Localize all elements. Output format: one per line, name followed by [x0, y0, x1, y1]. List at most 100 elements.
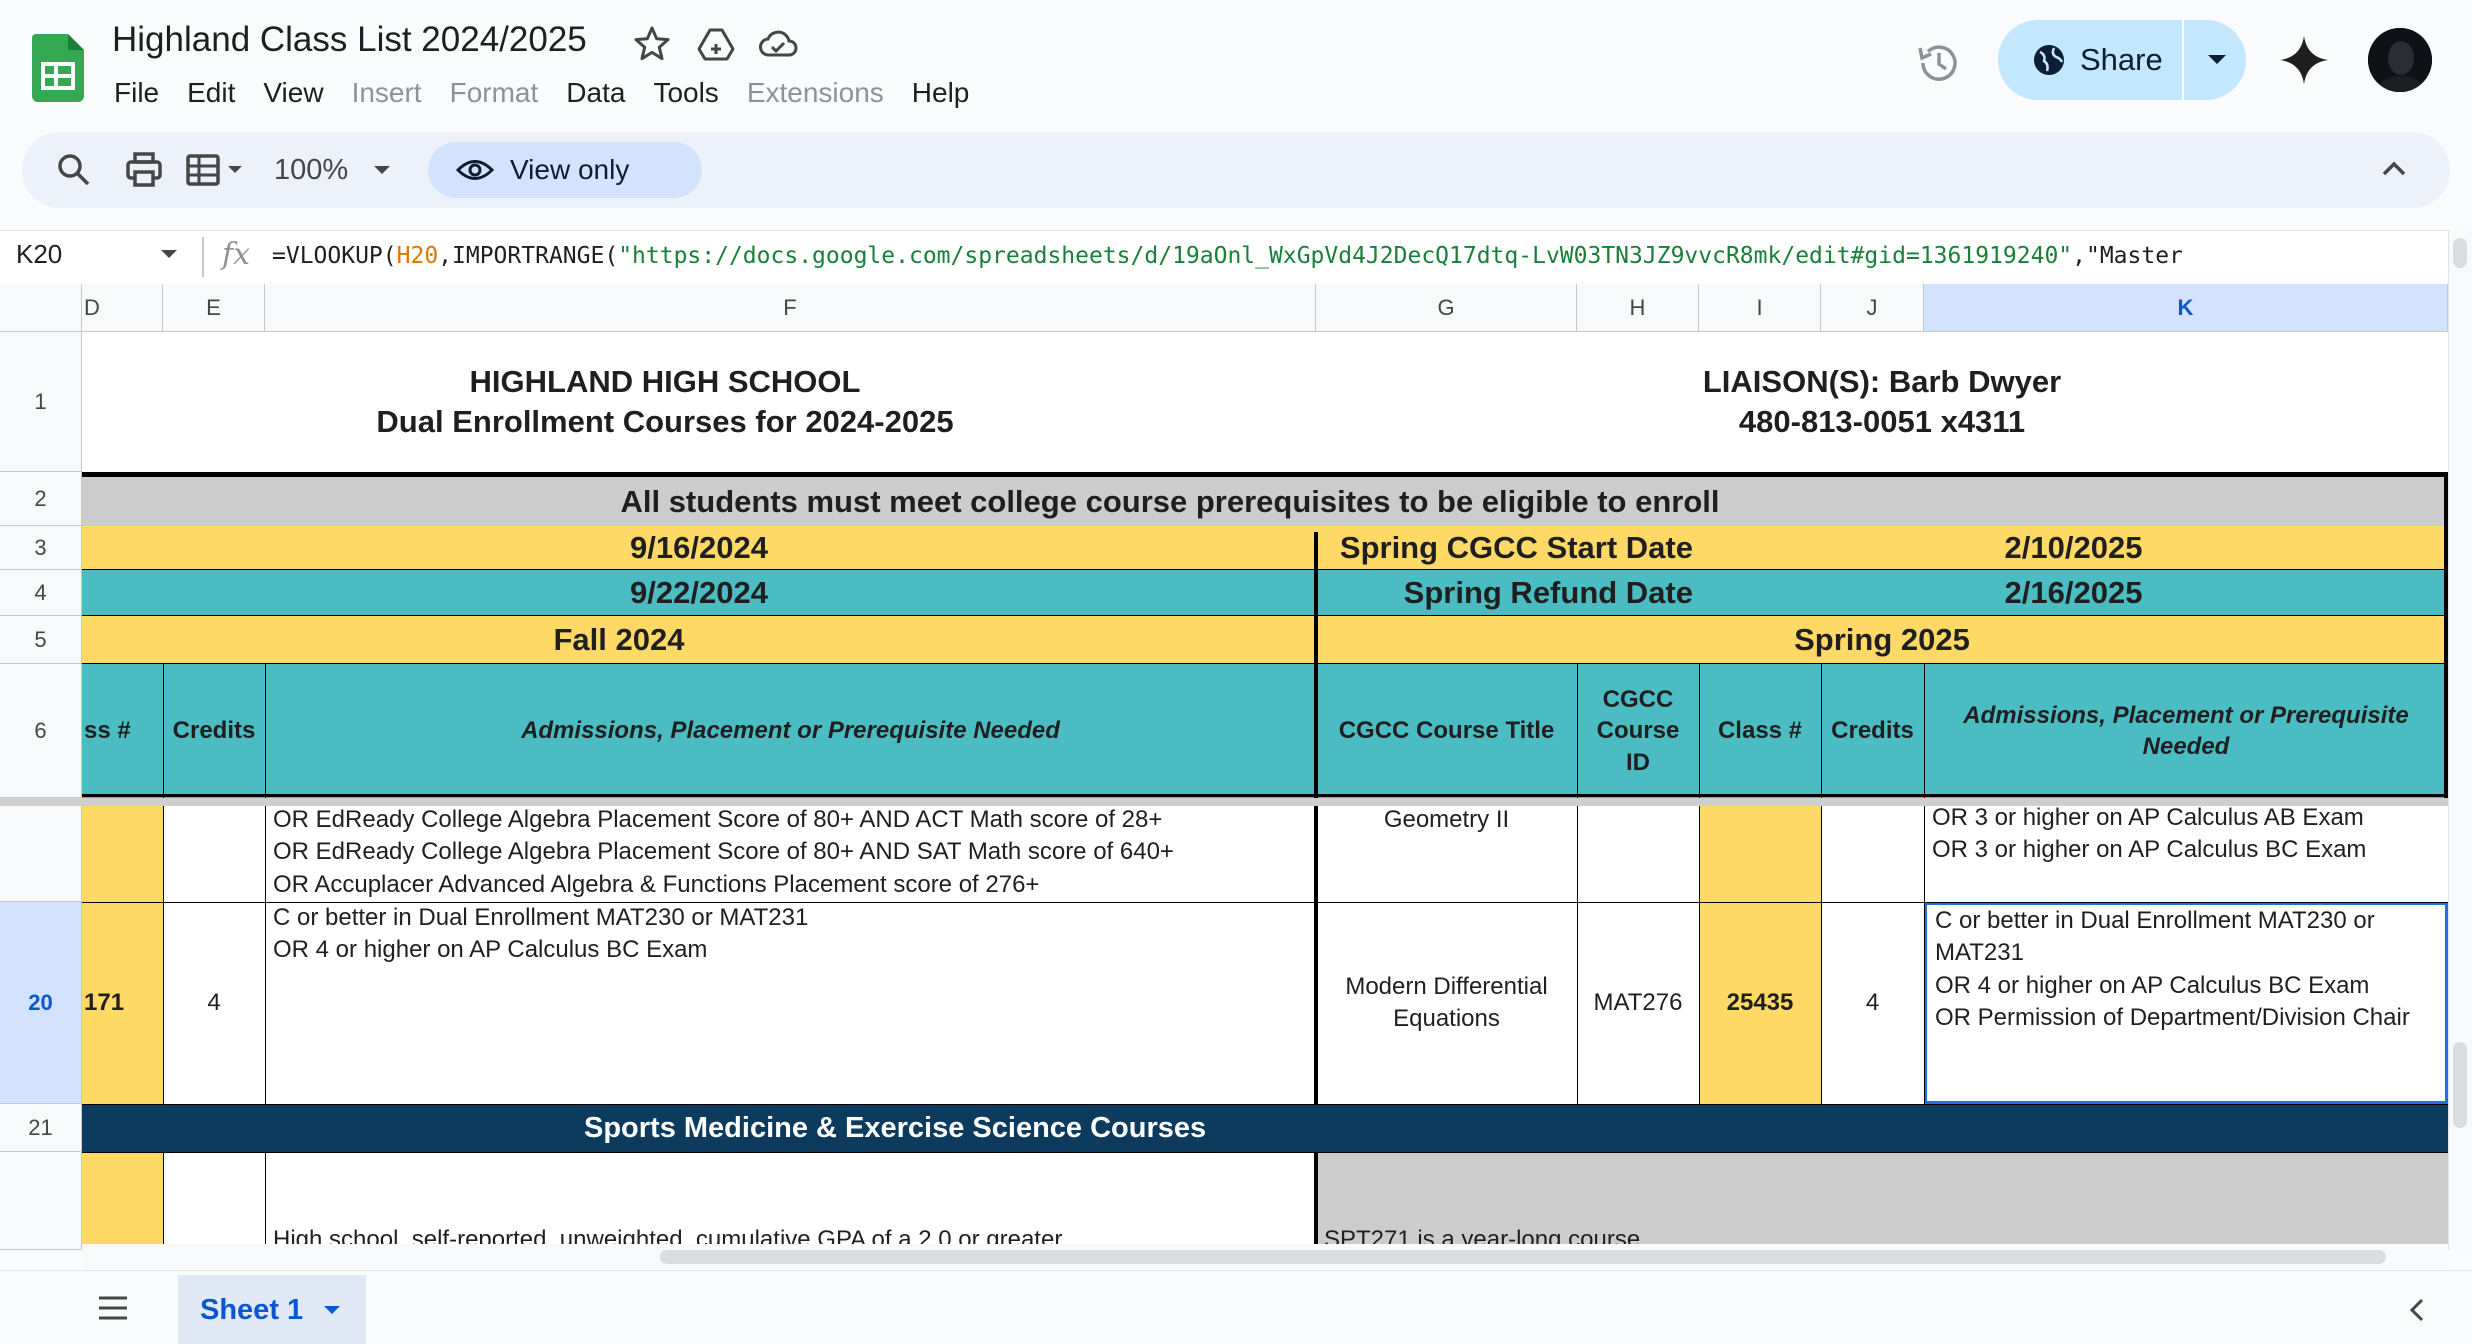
header-admissions[interactable]: Admissions, Placement or Prerequisite Ne…: [1924, 664, 2448, 798]
header-class-number-fall[interactable]: ss #: [82, 664, 163, 798]
menu-view[interactable]: View: [249, 72, 337, 114]
sheet-tab-sheet-1[interactable]: Sheet 1: [178, 1275, 366, 1344]
row22-class-number-fall[interactable]: [82, 1152, 163, 1250]
section-header-sports-medicine[interactable]: Sports Medicine & Exercise Science Cours…: [82, 1104, 2448, 1152]
spreadsheet-grid: D E F G H I J K 1 2 3 4 5 6 20 21 HIGHLA…: [0, 284, 2448, 1250]
header-bottom-border: [82, 794, 2448, 797]
print-icon[interactable]: [122, 148, 166, 192]
sheets-logo-icon[interactable]: [32, 34, 84, 102]
row-header-6[interactable]: 6: [0, 664, 82, 798]
column-header-g[interactable]: G: [1316, 284, 1577, 332]
row20-course-id[interactable]: MAT276: [1577, 902, 1699, 1104]
row-header-22[interactable]: [0, 1152, 82, 1250]
vertical-scroll-thumb[interactable]: [2453, 1042, 2467, 1128]
school-header-cell[interactable]: HIGHLAND HIGH SCHOOL Dual Enrollment Cou…: [82, 332, 1248, 472]
row19-class-number-fall[interactable]: [82, 806, 163, 902]
document-title[interactable]: Highland Class List 2024/2025: [112, 20, 587, 60]
share-options-button[interactable]: [2188, 20, 2246, 100]
star-icon[interactable]: [632, 24, 672, 64]
row20-admissions-fall[interactable]: C or better in Dual Enrollment MAT230 or…: [265, 902, 1316, 1104]
horizontal-scroll-thumb[interactable]: [660, 1250, 2386, 1264]
gemini-icon[interactable]: [2276, 32, 2332, 88]
column-header-f[interactable]: F: [265, 284, 1316, 332]
formula-input[interactable]: =VLOOKUP(H20,IMPORTRANGE("https://docs.g…: [272, 243, 2432, 269]
spring-start-date[interactable]: 2/10/2025: [1699, 526, 2448, 570]
column-header-d[interactable]: D: [82, 284, 163, 332]
gridline: [163, 806, 164, 1104]
menu-tools[interactable]: Tools: [639, 72, 732, 114]
menu-format[interactable]: Format: [436, 72, 553, 114]
row-header-4[interactable]: 4: [0, 570, 82, 616]
spring-refund-date[interactable]: 2/16/2025: [1699, 570, 2448, 616]
row20-course-title[interactable]: Modern Differential Equations: [1316, 902, 1577, 1104]
liaison-cell[interactable]: LIAISON(S): Barb Dwyer 480-813-0051 x431…: [1316, 332, 2448, 472]
row20-credits-fall[interactable]: 4: [163, 902, 265, 1104]
header-course-title[interactable]: CGCC Course Title: [1316, 664, 1577, 798]
avatar[interactable]: [2368, 28, 2432, 92]
header-credits-fall[interactable]: Credits: [163, 664, 265, 798]
vertical-scrollbar[interactable]: [2448, 230, 2472, 1250]
fall-refund-date[interactable]: 9/22/2024: [82, 570, 1316, 616]
row-header-5[interactable]: 5: [0, 616, 82, 664]
spring-term-header[interactable]: Spring 2025: [1316, 616, 2448, 664]
horizontal-scrollbar[interactable]: [82, 1244, 2448, 1270]
select-all-corner[interactable]: [0, 284, 82, 332]
search-icon[interactable]: [52, 148, 96, 192]
view-only-mode-button[interactable]: View only: [428, 142, 702, 198]
row19-course-title[interactable]: Geometry II: [1316, 802, 1577, 838]
spring-start-label[interactable]: Spring CGCC Start Date: [1316, 526, 1699, 570]
menu-extensions[interactable]: Extensions: [733, 72, 898, 114]
all-sheets-icon[interactable]: [96, 1293, 130, 1323]
row19-class-number[interactable]: [1699, 806, 1821, 902]
sheet-tab-chevron-down-icon[interactable]: [321, 1303, 343, 1317]
fall-start-date[interactable]: 9/16/2024: [82, 526, 1316, 570]
row20-admissions-selected[interactable]: C or better in Dual Enrollment MAT230 or…: [1924, 902, 2448, 1104]
column-header-i[interactable]: I: [1699, 284, 1821, 332]
formula-tail: ,"Master: [2072, 243, 2183, 269]
header-admissions-fall[interactable]: Admissions, Placement or Prerequisite Ne…: [265, 664, 1316, 798]
row-header-19[interactable]: [0, 806, 82, 902]
gridline: [265, 664, 266, 798]
format-icon[interactable]: [184, 148, 254, 192]
cloud-saved-icon[interactable]: [758, 24, 798, 64]
header-course-id[interactable]: CGCC Course ID: [1577, 664, 1699, 798]
move-to-drive-icon[interactable]: [696, 24, 736, 64]
view-only-label: View only: [510, 154, 630, 185]
column-header-h[interactable]: H: [1577, 284, 1699, 332]
share-button[interactable]: Share: [1998, 20, 2182, 100]
term-divider: [1314, 1152, 1318, 1250]
zoom-chevron-down-icon[interactable]: [370, 148, 394, 192]
row20-credits[interactable]: 4: [1821, 902, 1924, 1104]
menu-edit[interactable]: Edit: [173, 72, 249, 114]
row19-admissions-fall[interactable]: OR EdReady College Algebra Placement Sco…: [265, 804, 1316, 902]
row20-class-number-fall[interactable]: 171: [82, 902, 163, 1104]
row19-admissions[interactable]: OR 3 or higher on AP Calculus AB Exam OR…: [1924, 802, 2448, 862]
column-header-k[interactable]: K: [1924, 284, 2448, 332]
zoom-select[interactable]: 100%: [274, 154, 348, 187]
formula-bar-scroll-thumb[interactable]: [2453, 238, 2467, 268]
row-header-3[interactable]: 3: [0, 526, 82, 570]
menu-file[interactable]: File: [100, 72, 173, 114]
row20-class-number[interactable]: 25435: [1699, 902, 1821, 1104]
name-box-chevron-down-icon[interactable]: [158, 247, 180, 261]
name-box[interactable]: K20: [16, 239, 62, 270]
formula-divider: [202, 237, 204, 277]
row-header-20[interactable]: 20: [0, 902, 82, 1104]
header-credits[interactable]: Credits: [1821, 664, 1924, 798]
column-header-j[interactable]: J: [1821, 284, 1924, 332]
row-header-2[interactable]: 2: [0, 472, 82, 526]
prerequisite-notice[interactable]: All students must meet college course pr…: [82, 472, 2448, 526]
row19-credits-fall[interactable]: [163, 806, 265, 902]
header-class-number[interactable]: Class #: [1699, 664, 1821, 798]
menu-insert[interactable]: Insert: [338, 72, 436, 114]
menu-help[interactable]: Help: [898, 72, 984, 114]
history-icon[interactable]: [1914, 38, 1964, 88]
menu-data[interactable]: Data: [552, 72, 639, 114]
collapse-toolbar-icon[interactable]: [2378, 148, 2410, 192]
row-header-1[interactable]: 1: [0, 332, 82, 472]
collapse-side-panel-icon[interactable]: [2404, 1295, 2430, 1325]
row-header-21[interactable]: 21: [0, 1104, 82, 1152]
fall-term-header[interactable]: Fall 2024: [82, 616, 1316, 664]
column-header-e[interactable]: E: [163, 284, 265, 332]
spring-refund-label[interactable]: Spring Refund Date: [1316, 570, 1699, 616]
